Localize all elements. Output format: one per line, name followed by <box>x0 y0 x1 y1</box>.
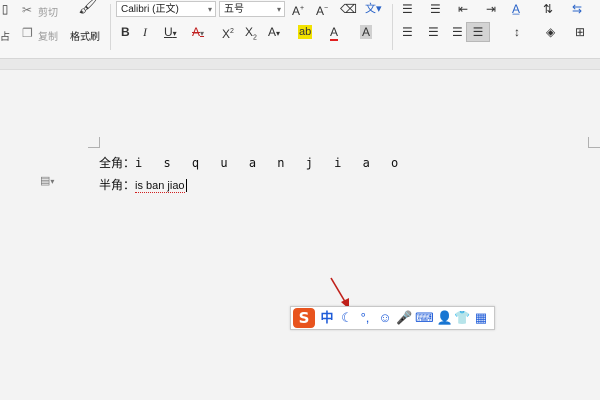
copy-label[interactable]: 复制 <box>38 28 58 43</box>
chevron-down-icon: ▾ <box>276 5 281 14</box>
decrease-indent-icon[interactable]: ⇤ <box>458 2 468 16</box>
char-shading-icon[interactable]: A <box>360 25 373 39</box>
bold-icon[interactable]: B <box>121 25 130 39</box>
voice-mic-icon[interactable]: 🎤 <box>396 309 412 327</box>
ime-mode-toggle[interactable]: 中 <box>319 309 335 327</box>
half-width-moon-icon[interactable]: ☾ <box>339 309 355 327</box>
copy-icon[interactable]: ❐ <box>22 26 33 40</box>
chevron-down-icon: ▾ <box>207 5 212 14</box>
paste-icon[interactable]: ▯ <box>0 2 10 16</box>
shading-icon[interactable]: ◈ <box>546 25 555 39</box>
format-painter-icon[interactable]: 🖌 <box>78 0 98 15</box>
superscript-icon[interactable]: X2 <box>222 25 234 41</box>
show-marks-icon[interactable]: ⇆ <box>572 2 582 16</box>
font-family-select[interactable]: Calibri (正文) ▾ <box>116 1 216 17</box>
font-size-select[interactable]: 五号 ▾ <box>219 1 285 17</box>
line-spacing-icon[interactable]: ↕ <box>514 25 520 39</box>
strikethrough-icon[interactable]: A▾ <box>192 25 204 41</box>
chinese-layout-icon[interactable]: A̲ <box>512 2 520 16</box>
numbering-icon[interactable]: ☰ <box>430 2 441 16</box>
paragraph-layout-icon[interactable]: ▤▾ <box>40 174 54 189</box>
keyboard-icon[interactable]: ⌨ <box>415 309 434 327</box>
align-left-icon[interactable]: ☰ <box>402 25 413 39</box>
sort-icon[interactable]: ⇅ <box>543 2 553 16</box>
clear-format-icon[interactable]: ⌫ <box>340 2 357 16</box>
phonetic-guide-icon[interactable]: 文▾ <box>365 2 382 16</box>
font-family-value: Calibri (正文) <box>121 4 179 15</box>
sogou-logo-icon[interactable]: S <box>293 308 315 328</box>
line2-text: is ban jiao <box>135 180 185 193</box>
align-right-icon[interactable]: ☰ <box>452 25 463 39</box>
subscript-icon[interactable]: X2 <box>245 25 257 45</box>
font-color-icon[interactable]: A <box>330 25 339 41</box>
borders-icon[interactable]: ⊞ <box>575 25 585 39</box>
margin-crop-mark <box>589 147 600 148</box>
cut-icon[interactable]: ✂ <box>22 3 32 17</box>
font-size-value: 五号 <box>224 4 244 15</box>
emoji-icon[interactable]: ☺ <box>376 309 394 327</box>
ime-status-bar[interactable]: S 中 ☾ °, ☺ 🎤 ⌨ 👤 👕 ▦ <box>290 306 495 330</box>
format-painter-label[interactable]: 格式刷 <box>70 28 100 43</box>
user-icon[interactable]: 👤 <box>436 309 454 327</box>
italic-icon[interactable]: I <box>143 25 147 39</box>
highlight-icon[interactable]: ab <box>298 25 313 39</box>
line1-label: 全角： <box>99 156 136 170</box>
align-center-icon[interactable]: ☰ <box>428 25 439 39</box>
underline-icon[interactable]: U▾ <box>164 25 177 41</box>
text-line-fullwidth: 全角：i s q u a n j i a o <box>99 154 405 171</box>
margin-crop-mark <box>88 147 99 148</box>
text-effect-icon[interactable]: A▾ <box>268 25 280 41</box>
ruler-strip <box>0 59 600 70</box>
cut-label[interactable]: 剪切 <box>38 4 58 19</box>
shrink-font-icon[interactable]: A− <box>316 2 328 18</box>
increase-indent-icon[interactable]: ⇥ <box>486 2 496 16</box>
line2-label: 半角： <box>99 178 136 192</box>
bullets-icon[interactable]: ☰ <box>402 2 413 16</box>
grow-font-icon[interactable]: A+ <box>292 2 304 18</box>
red-arrow-annotation <box>330 277 349 309</box>
skin-shirt-icon[interactable]: 👕 <box>454 309 470 327</box>
document-page[interactable]: ▤▾ 全角：i s q u a n j i a o 半角：is ban jiao <box>0 70 600 400</box>
justify-icon[interactable]: ☰ <box>466 22 490 42</box>
group-divider <box>110 4 111 50</box>
paste-label[interactable]: 占 <box>0 28 10 43</box>
toolbox-grid-icon[interactable]: ▦ <box>473 309 489 327</box>
group-divider <box>392 4 393 50</box>
punctuation-icon[interactable]: °, <box>357 309 373 327</box>
text-cursor <box>185 179 187 193</box>
line1-text: i s q u a n j i a o <box>135 156 406 170</box>
ribbon-toolbar: ▯ 占 ✂ 剪切 ❐ 复制 🖌 格式刷 Calibri (正文) ▾ 五号 ▾ … <box>0 0 600 59</box>
margin-crop-mark <box>99 137 100 148</box>
text-line-halfwidth: 半角：is ban jiao <box>99 176 187 193</box>
